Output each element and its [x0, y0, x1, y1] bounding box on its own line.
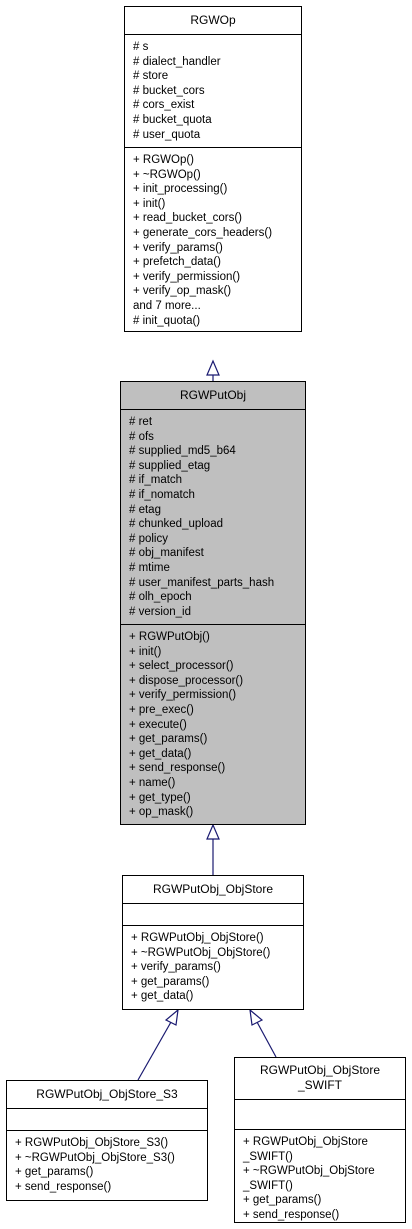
- method-item: + name(): [129, 776, 176, 789]
- method-item: + ~RGWOp(): [133, 168, 201, 181]
- method-item: + get_params(): [131, 975, 210, 988]
- method-item: + get_params(): [129, 733, 208, 746]
- attribute-item: # supplied_md5_b64: [129, 445, 236, 458]
- class-title: RGWPutObj_ObjStore_S3: [7, 1081, 207, 1109]
- attribute-item: # ret: [129, 416, 153, 428]
- attributes-section: # s # dialect_handler # store # bucket_cors…: [125, 35, 301, 148]
- arrowhead-rgwputobj: [206, 823, 220, 840]
- method-item: _SWIFT(): [243, 1150, 293, 1163]
- method-item: # init_quota(): [133, 314, 201, 327]
- method-item: + init_processing(): [133, 183, 228, 196]
- class-rgwputobj[interactable]: RGWPutObj # ret # ofs # supplied_md5_b64 # …: [120, 381, 306, 825]
- attribute-item: # if_nomatch: [129, 488, 195, 501]
- method-item: + init(): [133, 197, 166, 210]
- method-item: + read_bucket_cors(): [133, 212, 242, 225]
- class-rgwop[interactable]: RGWOp # s # dialect_handler # store # bucke…: [124, 6, 302, 332]
- method-item: + verify_params(): [133, 241, 223, 254]
- attribute-item: # etag: [129, 503, 161, 516]
- arrowhead-rgwop: [206, 359, 220, 376]
- method-item: + send_response(): [243, 1208, 340, 1221]
- class-title: RGWPutObj_ObjStore: [123, 876, 303, 904]
- methods-section: + RGWPutObj() + init() + select_processor(…: [121, 625, 305, 824]
- method-item: + ~RGWPutObj_ObjStore(): [131, 946, 271, 959]
- attributes-section: [123, 904, 303, 926]
- attribute-item: # mtime: [129, 561, 170, 574]
- attribute-item: # olh_epoch: [129, 591, 192, 604]
- method-item: + pre_exec(): [129, 703, 194, 716]
- method-item: + get_params(): [243, 1194, 322, 1207]
- method-item: + get_data(): [131, 990, 194, 1003]
- attribute-item: # store: [133, 70, 169, 83]
- attribute-item: # chunked_upload: [129, 518, 223, 531]
- method-item: + RGWPutObj_ObjStore_S3(): [15, 1137, 169, 1149]
- method-item: and 7 more...: [133, 299, 201, 312]
- method-item: + verify_params(): [131, 961, 221, 974]
- method-item: _SWIFT(): [243, 1179, 293, 1192]
- method-item: + verify_op_mask(): [133, 285, 232, 298]
- method-item: + execute(): [129, 718, 187, 731]
- attributes-section: [235, 1100, 405, 1130]
- method-item: + RGWPutObj_ObjStore(): [131, 932, 264, 944]
- attribute-item: # bucket_cors: [133, 84, 205, 97]
- methods-section: + RGWPutObj_ObjStore() + ~RGWPutObj_ObjSt…: [123, 926, 303, 1008]
- class-rgwputobj-objstore-swift[interactable]: RGWPutObj_ObjStore _SWIFT + RGWPutObj_Obj…: [234, 1057, 406, 1223]
- method-item: + ~RGWPutObj_ObjStore: [243, 1165, 375, 1178]
- method-item: + init(): [129, 645, 162, 658]
- attribute-item: # version_id: [129, 605, 192, 618]
- arrowhead-objstore-right: [249, 1008, 264, 1026]
- class-rgwputobj-objstore[interactable]: RGWPutObj_ObjStore + RGWPutObj_ObjStore(…: [122, 875, 304, 1010]
- attribute-item: # dialect_handler: [133, 55, 221, 68]
- method-item: + dispose_processor(): [129, 674, 244, 687]
- attribute-item: # cors_exist: [133, 99, 195, 112]
- methods-section: + RGWOp() + ~RGWOp() + init_processing() + …: [125, 148, 301, 332]
- attribute-item: # user_manifest_parts_hash: [129, 576, 275, 589]
- class-title: RGWOp: [125, 7, 301, 35]
- attribute-item: # if_match: [129, 474, 183, 487]
- edge-s3-to-objstore: [137, 1021, 172, 1081]
- method-item: + prefetch_data(): [133, 256, 221, 269]
- method-item: + RGWOp(): [133, 154, 195, 166]
- class-title-line: _SWIFT: [298, 1078, 342, 1092]
- methods-section: + RGWPutObj_ObjStore_S3() + ~RGWPutObj_Ob…: [7, 1131, 207, 1198]
- method-item: + RGWPutObj_ObjStore: [243, 1136, 368, 1148]
- class-title: RGWPutObj_ObjStore _SWIFT: [235, 1058, 405, 1100]
- attribute-item: # ofs: [129, 430, 154, 443]
- method-item: + verify_permission(): [129, 689, 237, 702]
- attribute-item: # obj_manifest: [129, 547, 204, 560]
- attribute-item: # user_quota: [133, 128, 201, 141]
- method-item: + send_response(): [129, 762, 226, 775]
- arrowhead-objstore-left: [164, 1008, 179, 1026]
- attribute-item: # policy: [129, 532, 168, 545]
- method-item: + generate_cors_headers(): [133, 226, 273, 239]
- attribute-item: # supplied_etag: [129, 459, 211, 472]
- class-title: RGWPutObj: [121, 382, 305, 410]
- method-item: + verify_permission(): [133, 270, 241, 283]
- attributes-section: [7, 1109, 207, 1131]
- method-item: + RGWPutObj(): [129, 631, 210, 643]
- method-item: + get_type(): [129, 791, 191, 804]
- attributes-section: # ret # ofs # supplied_md5_b64 # supplied_e…: [121, 410, 305, 625]
- class-rgwputobj-objstore-s3[interactable]: RGWPutObj_ObjStore_S3 + RGWPutObj_ObjSto…: [6, 1080, 208, 1201]
- method-item: + op_mask(): [129, 806, 194, 819]
- method-item: + get_data(): [129, 747, 192, 760]
- edge-swift-to-objstore: [256, 1021, 277, 1058]
- methods-section: + RGWPutObj_ObjStore _SWIFT() + ~RGWPutObj…: [235, 1130, 405, 1227]
- method-item: + get_params(): [15, 1166, 94, 1179]
- method-item: + select_processor(): [129, 660, 234, 673]
- method-item: + ~RGWPutObj_ObjStore_S3(): [15, 1151, 175, 1164]
- attribute-item: # bucket_quota: [133, 113, 212, 126]
- attribute-item: # s: [133, 41, 149, 53]
- method-item: + send_response(): [15, 1180, 112, 1193]
- class-title-line: RGWPutObj_ObjStore: [259, 1063, 381, 1077]
